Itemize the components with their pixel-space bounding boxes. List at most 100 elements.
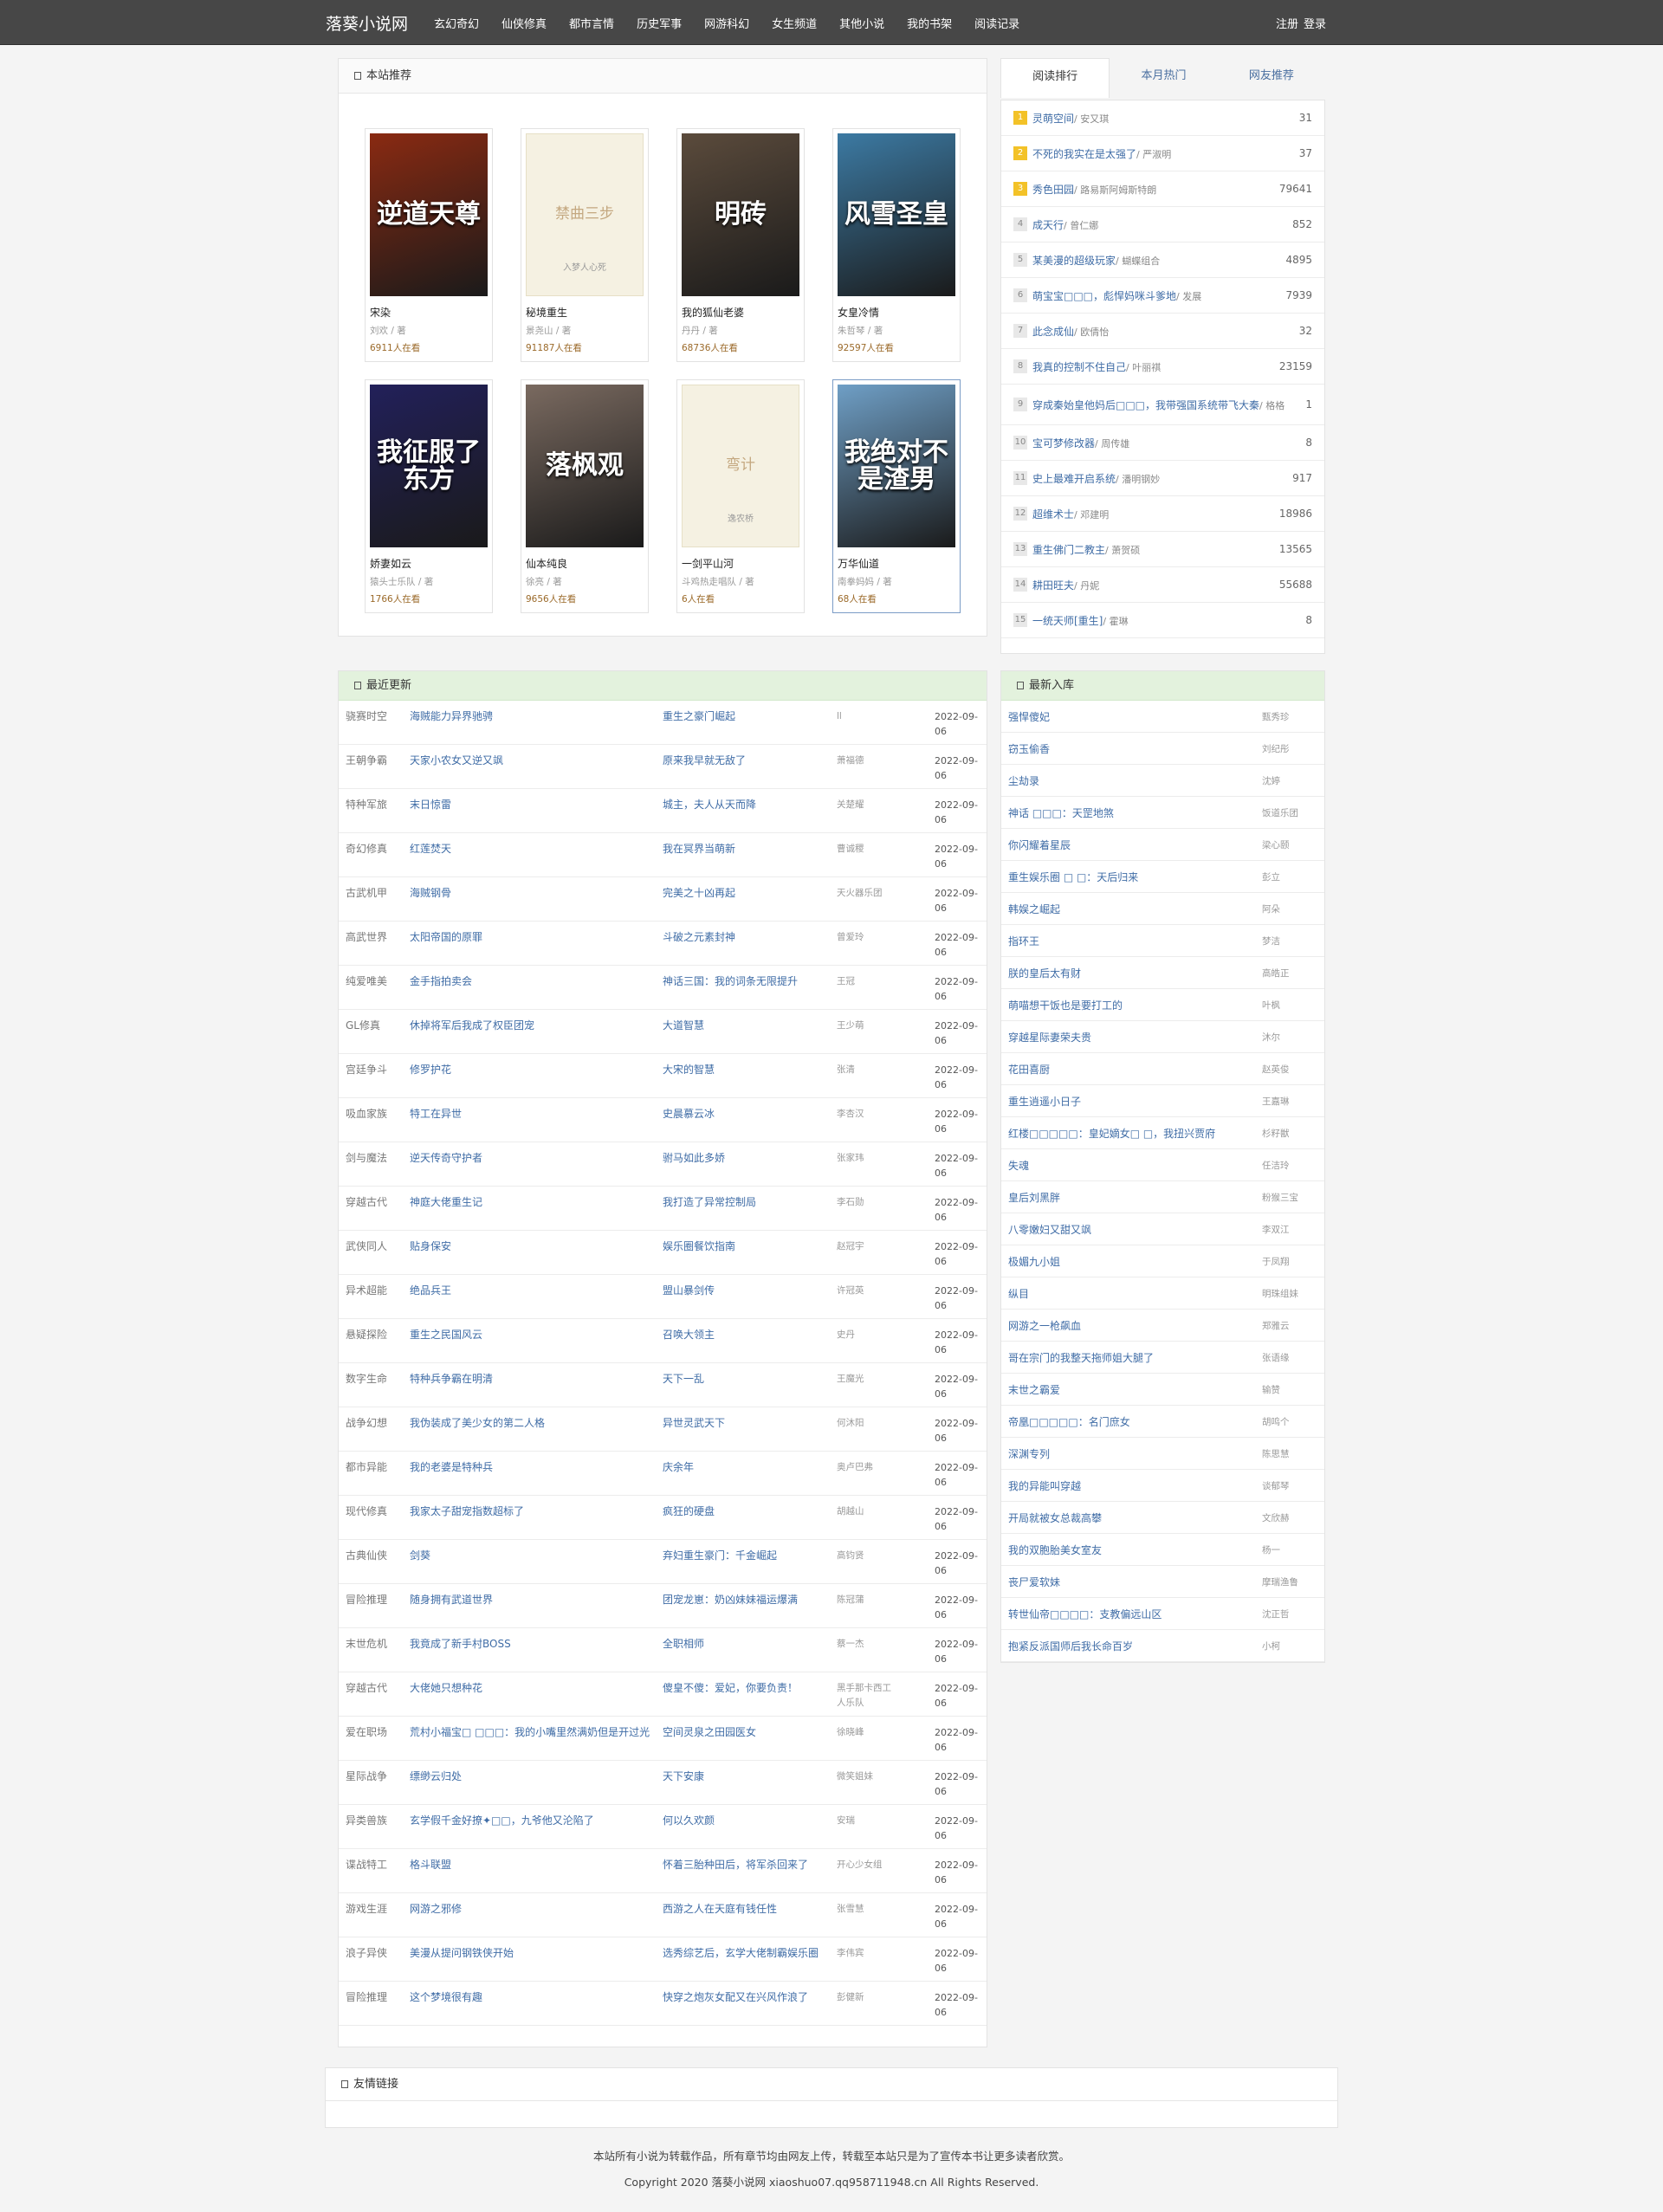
rank-row[interactable]: 8 我真的控制不住自己/ 叶丽祺 23159 xyxy=(1001,349,1324,385)
rank-row[interactable]: 6 萌宝宝□□□，彪悍妈咪斗爹地/ 发展 7939 xyxy=(1001,278,1324,314)
update-chapter-link[interactable]: 空间灵泉之田园医女 xyxy=(663,1725,827,1740)
book-card[interactable]: 禁曲三步 入梦人心死 秘境重生 景尧山 / 著 91187人在看 xyxy=(521,128,649,362)
update-chapter-link[interactable]: 大道智慧 xyxy=(663,1019,827,1033)
update-chapter-link[interactable]: 完美之十凶再起 xyxy=(663,886,827,901)
rank-row[interactable]: 14 耕田旺夫/ 丹妮 55688 xyxy=(1001,567,1324,603)
rank-title[interactable]: 成天行 xyxy=(1032,219,1064,231)
rank-title[interactable]: 穿成秦始皇他妈后□□□，我带强国系统带飞大秦 xyxy=(1032,399,1259,411)
book-cover[interactable]: 明砖 xyxy=(682,133,799,296)
nav-item[interactable]: 我的书架 xyxy=(907,15,952,31)
update-book-link[interactable]: 随身拥有武道世界 xyxy=(410,1593,652,1607)
update-chapter-link[interactable]: 斗破之元素封神 xyxy=(663,930,827,945)
update-chapter-link[interactable]: 傻皇不傻：爱妃，你要负责！ xyxy=(663,1681,827,1696)
newin-title-link[interactable]: 末世之霸爱 xyxy=(1008,1382,1262,1397)
book-title[interactable]: 仙本纯良 xyxy=(526,556,644,571)
rank-title[interactable]: 此念成仙 xyxy=(1032,326,1074,338)
newin-title-link[interactable]: 帝凰□□□□□：名门庶女 xyxy=(1008,1414,1262,1429)
update-book-link[interactable]: 海贼钢骨 xyxy=(410,886,652,901)
update-book-link[interactable]: 红莲焚天 xyxy=(410,842,652,857)
newin-title-link[interactable]: 失魂 xyxy=(1008,1158,1262,1173)
update-book-link[interactable]: 这个梦境很有趣 xyxy=(410,1990,652,2005)
update-chapter-link[interactable]: 西游之人在天庭有钱任性 xyxy=(663,1902,827,1917)
newin-title-link[interactable]: 花田喜厨 xyxy=(1008,1062,1262,1077)
update-chapter-link[interactable]: 怀着三胎种田后，将军杀回来了 xyxy=(663,1858,827,1872)
book-cover[interactable]: 弯计 逸农桥 xyxy=(682,385,799,547)
book-card[interactable]: 落枫观 仙本纯良 徐亮 / 著 9656人在看 xyxy=(521,379,649,613)
update-chapter-link[interactable]: 疯狂的硬盘 xyxy=(663,1504,827,1519)
login-link[interactable]: 登录 xyxy=(1304,15,1326,31)
tab-monthly-hot[interactable]: 本月热门 xyxy=(1110,58,1217,98)
update-chapter-link[interactable]: 我打造了异常控制局 xyxy=(663,1195,827,1210)
update-chapter-link[interactable]: 团宠龙崽：奶凶妹妹福运爆满 xyxy=(663,1593,827,1607)
newin-title-link[interactable]: 红楼□□□□□：皇妃嫡女□ □，我扭兴贾府 xyxy=(1008,1126,1262,1141)
update-book-link[interactable]: 神庭大佬重生记 xyxy=(410,1195,652,1210)
newin-title-link[interactable]: 哥在宗门的我整天拖师姐大腿了 xyxy=(1008,1350,1262,1365)
site-logo[interactable]: 落葵小说网 xyxy=(326,11,408,35)
update-book-link[interactable]: 我竟成了新手村BOSS xyxy=(410,1637,652,1652)
book-cover[interactable]: 风雪圣皇 xyxy=(838,133,955,296)
rank-title[interactable]: 灵萌空间 xyxy=(1032,113,1074,125)
rank-row[interactable]: 1 灵萌空间/ 安又琪 31 xyxy=(1001,100,1324,136)
newin-title-link[interactable]: 抱紧反派国师后我长命百岁 xyxy=(1008,1639,1262,1653)
rank-row[interactable]: 15 一统天师[重生]/ 霍琳 8 xyxy=(1001,603,1324,638)
update-book-link[interactable]: 我伪装成了美少女的第二人格 xyxy=(410,1416,652,1431)
newin-title-link[interactable]: 极媚九小姐 xyxy=(1008,1254,1262,1269)
rank-title[interactable]: 不死的我实在是太强了 xyxy=(1032,148,1136,160)
update-book-link[interactable]: 末日惊雷 xyxy=(410,798,652,812)
update-book-link[interactable]: 金手指拍卖会 xyxy=(410,974,652,989)
book-title[interactable]: 娇妻如云 xyxy=(370,556,488,571)
book-card[interactable]: 风雪圣皇 女皇冷情 朱哲琴 / 著 92597人在看 xyxy=(832,128,961,362)
newin-title-link[interactable]: 尘劫录 xyxy=(1008,773,1262,788)
book-cover[interactable]: 逆道天尊 xyxy=(370,133,488,296)
rank-row[interactable]: 7 此念成仙/ 欧倩怡 32 xyxy=(1001,314,1324,349)
update-book-link[interactable]: 太阳帝国的原罪 xyxy=(410,930,652,945)
rank-title[interactable]: 宝可梦修改器 xyxy=(1032,437,1095,450)
newin-title-link[interactable]: 我的双胞胎美女室友 xyxy=(1008,1543,1262,1557)
update-chapter-link[interactable]: 盟山暴剑传 xyxy=(663,1284,827,1298)
update-book-link[interactable]: 大佬她只想种花 xyxy=(410,1681,652,1696)
newin-title-link[interactable]: 纵目 xyxy=(1008,1286,1262,1301)
update-book-link[interactable]: 逆天传奇守护者 xyxy=(410,1151,652,1166)
rank-row[interactable]: 4 成天行/ 曾仁娜 852 xyxy=(1001,207,1324,243)
book-card[interactable]: 明砖 我的狐仙老婆 丹丹 / 著 68736人在看 xyxy=(676,128,805,362)
update-book-link[interactable]: 我的老婆是特种兵 xyxy=(410,1460,652,1475)
rank-row[interactable]: 9 穿成秦始皇他妈后□□□，我带强国系统带飞大秦/ 格格 1 xyxy=(1001,385,1324,425)
book-card[interactable]: 我绝对不是渣男 万华仙道 南拳妈妈 / 著 68人在看 xyxy=(832,379,961,613)
update-chapter-link[interactable]: 全职相师 xyxy=(663,1637,827,1652)
update-book-link[interactable]: 特工在异世 xyxy=(410,1107,652,1122)
nav-item[interactable]: 历史军事 xyxy=(637,15,682,31)
update-chapter-link[interactable]: 我在冥界当萌新 xyxy=(663,842,827,857)
book-cover[interactable]: 禁曲三步 入梦人心死 xyxy=(526,133,644,296)
rank-title[interactable]: 某美漫的超级玩家 xyxy=(1032,255,1116,267)
newin-title-link[interactable]: 朕的皇后太有财 xyxy=(1008,966,1262,980)
book-card[interactable]: 我征服了东方 娇妻如云 猿头士乐队 / 著 1766人在看 xyxy=(365,379,493,613)
update-chapter-link[interactable]: 庆余年 xyxy=(663,1460,827,1475)
book-title[interactable]: 女皇冷情 xyxy=(838,305,955,320)
rank-title[interactable]: 一统天师[重生] xyxy=(1032,615,1103,627)
rank-title[interactable]: 耕田旺夫 xyxy=(1032,579,1074,592)
newin-title-link[interactable]: 八零嫩妇又甜又飒 xyxy=(1008,1222,1262,1237)
newin-title-link[interactable]: 强悍傻妃 xyxy=(1008,709,1262,724)
rank-title[interactable]: 重生佛门二教主 xyxy=(1032,544,1105,556)
book-cover[interactable]: 我征服了东方 xyxy=(370,385,488,547)
update-chapter-link[interactable]: 城主，夫人从天而降 xyxy=(663,798,827,812)
newin-title-link[interactable]: 窃玉偷香 xyxy=(1008,741,1262,756)
newin-title-link[interactable]: 萌喵想干饭也是要打工的 xyxy=(1008,998,1262,1012)
book-title[interactable]: 宋染 xyxy=(370,305,488,320)
newin-title-link[interactable]: 网游之一枪飙血 xyxy=(1008,1318,1262,1333)
newin-title-link[interactable]: 神话 □□□：天罡地煞 xyxy=(1008,805,1262,820)
rank-title[interactable]: 秀色田园 xyxy=(1032,184,1074,196)
nav-item[interactable]: 女生频道 xyxy=(772,15,817,31)
book-title[interactable]: 秘境重生 xyxy=(526,305,644,320)
book-title[interactable]: 万华仙道 xyxy=(838,556,955,571)
newin-title-link[interactable]: 指环王 xyxy=(1008,934,1262,948)
update-chapter-link[interactable]: 弃妇重生豪门：千金崛起 xyxy=(663,1549,827,1563)
rank-row[interactable]: 3 秀色田园/ 路易斯阿姆斯特朗 79641 xyxy=(1001,171,1324,207)
update-chapter-link[interactable]: 重生之豪门崛起 xyxy=(663,709,827,724)
rank-title[interactable]: 我真的控制不住自己 xyxy=(1032,361,1126,373)
newin-title-link[interactable]: 重生逍遥小日子 xyxy=(1008,1094,1262,1109)
newin-title-link[interactable]: 韩娱之崛起 xyxy=(1008,902,1262,916)
nav-item[interactable]: 阅读记录 xyxy=(974,15,1019,31)
book-card[interactable]: 逆道天尊 宋染 刘欢 / 著 6911人在看 xyxy=(365,128,493,362)
book-cover[interactable]: 我绝对不是渣男 xyxy=(838,385,955,547)
